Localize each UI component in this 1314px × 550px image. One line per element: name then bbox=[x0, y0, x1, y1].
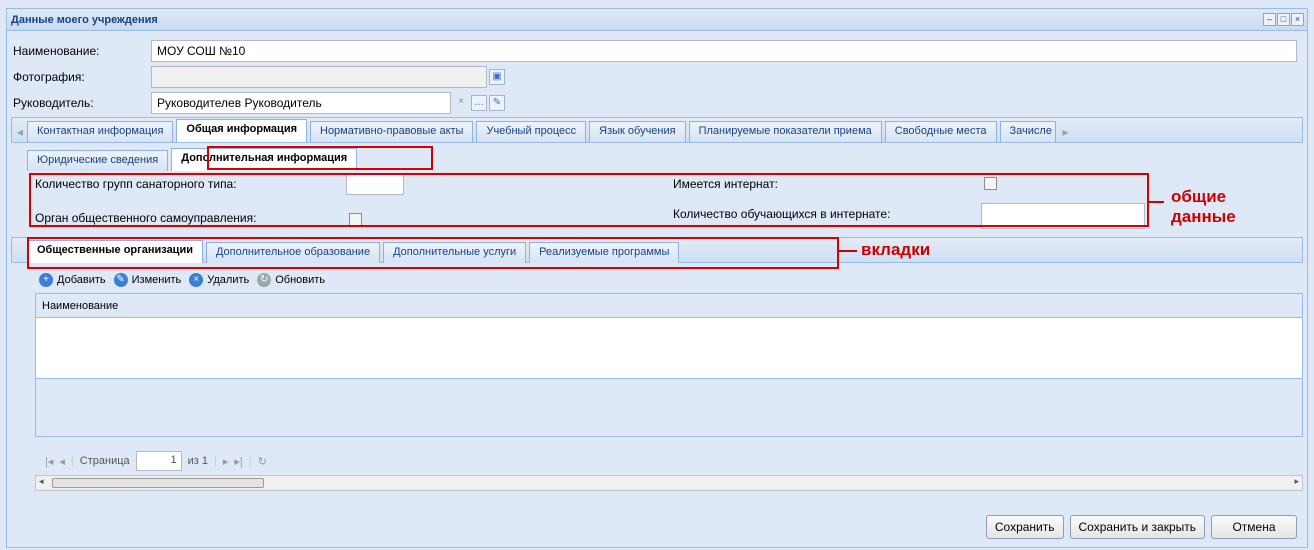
upload-photo-icon[interactable]: ▣ bbox=[489, 69, 505, 85]
maximize-icon[interactable]: □ bbox=[1277, 13, 1290, 26]
tab-language[interactable]: Язык обучения bbox=[589, 121, 686, 142]
last-page-icon[interactable]: ▸| bbox=[234, 455, 242, 468]
tab-enrollment[interactable]: Зачисле bbox=[999, 121, 1056, 142]
grid-body bbox=[36, 318, 1302, 378]
orgs-grid: Наименование bbox=[35, 293, 1303, 437]
pager: |◂ ◂ | Страница 1 из 1 | ▸ ▸| | ↻ bbox=[45, 451, 267, 471]
prev-page-icon[interactable]: ◂ bbox=[59, 455, 65, 468]
edit-icon[interactable]: ✎ bbox=[489, 95, 505, 111]
highlight-additional-tab bbox=[207, 146, 433, 170]
head-label: Руководитель: bbox=[13, 96, 94, 110]
edit-button[interactable]: Изменить bbox=[132, 274, 182, 286]
head-field[interactable]: Руководителев Руководитель bbox=[151, 92, 451, 114]
delete-icon[interactable]: × bbox=[189, 273, 204, 287]
grid-header-name[interactable]: Наименование bbox=[36, 294, 1302, 318]
edit-record-icon[interactable]: ✎ bbox=[113, 273, 128, 287]
select-icon[interactable]: … bbox=[471, 95, 487, 111]
cancel-button[interactable]: Отмена bbox=[1211, 515, 1297, 539]
close-icon[interactable]: × bbox=[1291, 13, 1304, 26]
tab-admission[interactable]: Планируемые показатели приема bbox=[688, 121, 882, 142]
save-close-button[interactable]: Сохранить и закрыть bbox=[1069, 515, 1205, 539]
tab-legal-acts[interactable]: Нормативно-правовые акты bbox=[310, 121, 474, 142]
scroll-left-icon[interactable]: ◂ bbox=[13, 122, 27, 142]
dialog-buttons: Сохранить Сохранить и закрыть Отмена bbox=[985, 515, 1297, 539]
scroll-right-arrow-icon[interactable]: ▸ bbox=[1294, 476, 1299, 487]
grid-footer bbox=[36, 378, 1302, 436]
add-icon[interactable]: + bbox=[39, 273, 53, 287]
scroll-right-icon[interactable]: ▸ bbox=[1059, 122, 1073, 142]
general-data-pointer bbox=[1148, 201, 1164, 203]
tab-contact[interactable]: Контактная информация bbox=[27, 121, 174, 142]
page-input[interactable]: 1 bbox=[135, 451, 182, 471]
refresh-button[interactable]: Обновить bbox=[275, 274, 325, 286]
window-title: Данные моего учреждения bbox=[11, 13, 158, 26]
page-of: из 1 bbox=[187, 455, 209, 467]
clear-icon[interactable]: × bbox=[453, 95, 469, 111]
tab-general[interactable]: Общая информация bbox=[176, 119, 307, 142]
highlight-general-data bbox=[29, 173, 1149, 227]
delete-button[interactable]: Удалить bbox=[207, 274, 249, 286]
horizontal-scrollbar[interactable]: ◂ ▸ bbox=[35, 475, 1303, 491]
add-button[interactable]: Добавить bbox=[57, 274, 106, 286]
name-field[interactable]: МОУ СОШ №10 bbox=[151, 40, 1297, 62]
form-body: Наименование: МОУ СОШ №10 Фотография: ▣ … bbox=[11, 37, 1303, 491]
refresh-icon[interactable]: ↻ bbox=[257, 273, 272, 287]
photo-field[interactable] bbox=[151, 66, 487, 88]
photo-label: Фотография: bbox=[13, 70, 85, 84]
first-page-icon[interactable]: |◂ bbox=[45, 455, 53, 468]
save-button[interactable]: Сохранить bbox=[985, 515, 1064, 539]
page-label: Страница bbox=[79, 455, 130, 467]
pager-refresh-icon[interactable]: ↻ bbox=[258, 455, 267, 468]
tab-free-places[interactable]: Свободные места bbox=[884, 121, 997, 142]
next-page-icon[interactable]: ▸ bbox=[223, 455, 229, 468]
name-label: Наименование: bbox=[13, 44, 100, 58]
scroll-thumb[interactable] bbox=[52, 478, 264, 488]
highlight-inner-tabs bbox=[27, 237, 839, 269]
minimize-icon[interactable]: – bbox=[1263, 13, 1276, 26]
dialog-window: Данные моего учреждения – □ × Наименован… bbox=[6, 8, 1308, 548]
tabs-pointer bbox=[839, 250, 857, 252]
grid-toolbar: + Добавить ✎ Изменить × Удалить ↻ Обнови… bbox=[39, 273, 325, 287]
tab-legal-info[interactable]: Юридические сведения bbox=[27, 150, 169, 171]
general-data-note: общие данные bbox=[1171, 187, 1236, 226]
tab-edu-process[interactable]: Учебный процесс bbox=[476, 121, 587, 142]
scroll-left-arrow-icon[interactable]: ◂ bbox=[39, 476, 44, 487]
tabs-note: вкладки bbox=[861, 240, 931, 259]
title-bar[interactable]: Данные моего учреждения – □ × bbox=[7, 9, 1307, 31]
